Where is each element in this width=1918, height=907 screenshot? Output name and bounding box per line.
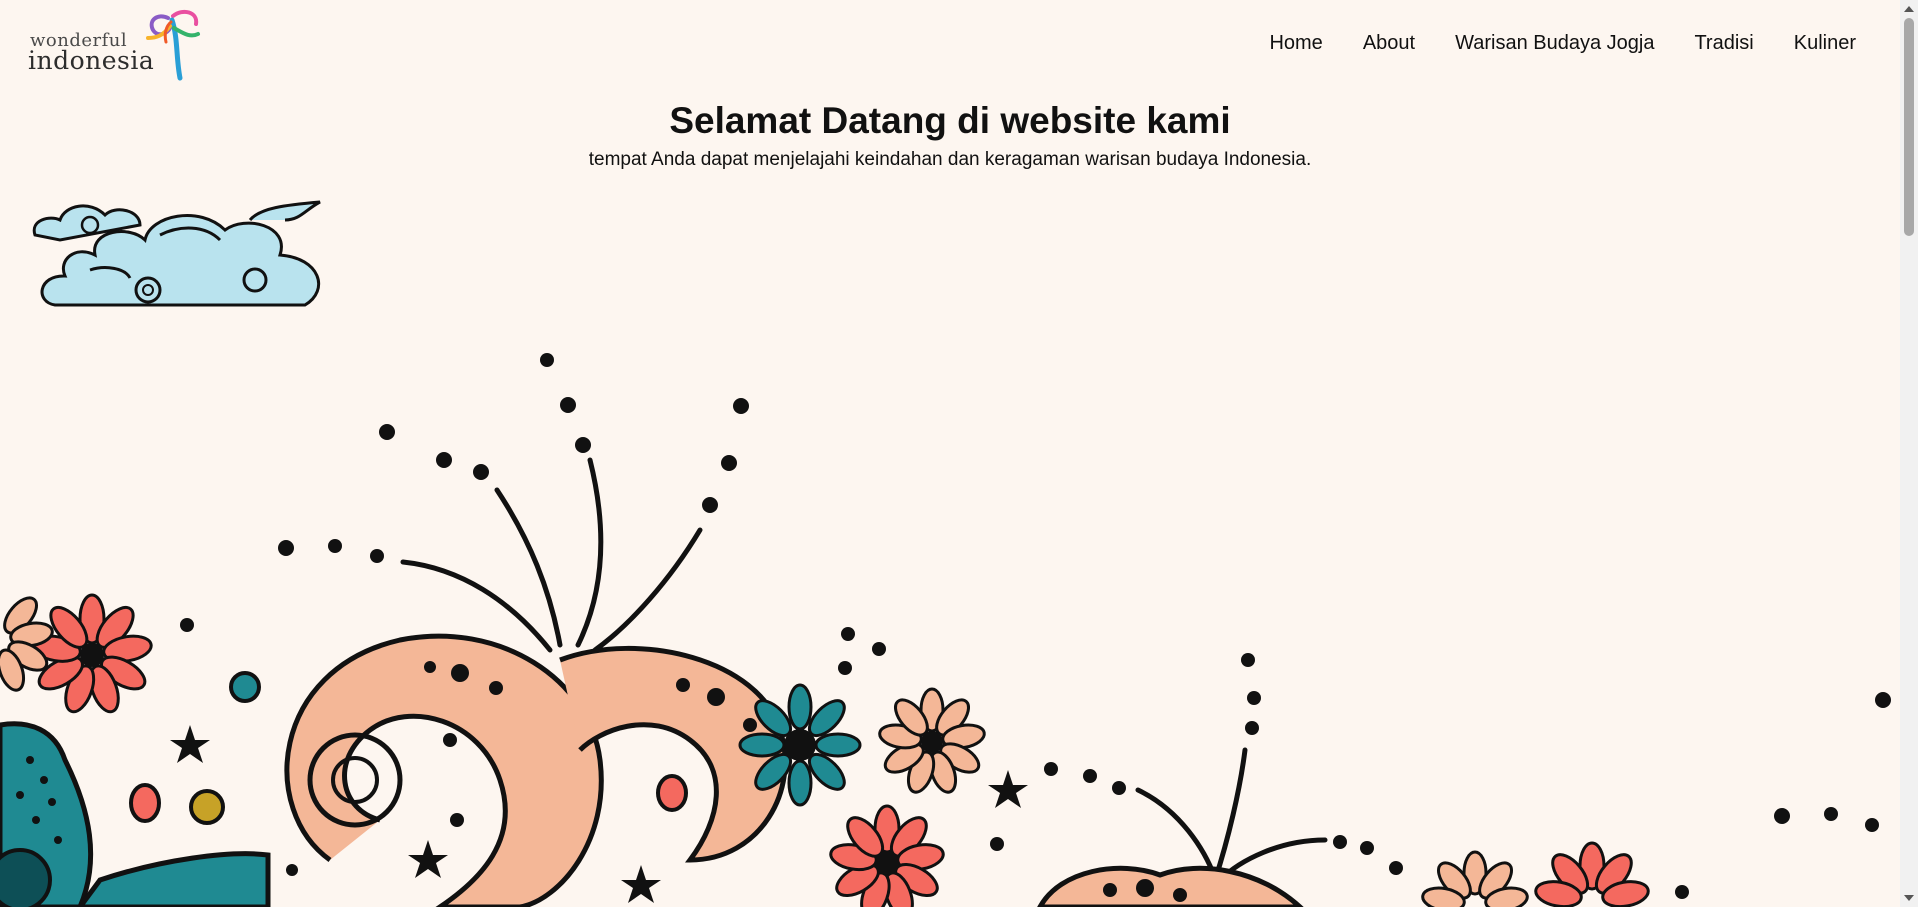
scroll-down-icon[interactable] <box>1904 895 1914 901</box>
page-scrollbar[interactable] <box>1900 0 1918 907</box>
nav-home[interactable]: Home <box>1269 32 1322 55</box>
wonderful-indonesia-logo[interactable]: wonderful indonesia <box>28 8 213 84</box>
nav-warisan-budaya-jogja[interactable]: Warisan Budaya Jogja <box>1455 32 1654 55</box>
nav-tradisi[interactable]: Tradisi <box>1694 32 1753 55</box>
nav-kuliner[interactable]: Kuliner <box>1794 32 1856 55</box>
navbar: wonderful indonesia Home About Warisan B… <box>0 0 1900 90</box>
scroll-up-icon[interactable] <box>1904 6 1914 12</box>
wonderful-indonesia-logo-icon <box>146 9 200 81</box>
scrollbar-thumb[interactable] <box>1904 18 1914 236</box>
hero-title: Selamat Datang di website kami <box>669 100 1231 141</box>
nav-about[interactable]: About <box>1363 32 1415 55</box>
hero-subtitle: tempat Anda dapat menjelajahi keindahan … <box>588 149 1312 170</box>
cloud-icon <box>32 200 321 307</box>
main-nav: Home About Warisan Budaya Jogja Tradisi … <box>1269 32 1856 55</box>
batik-flower-icon <box>0 353 1891 907</box>
